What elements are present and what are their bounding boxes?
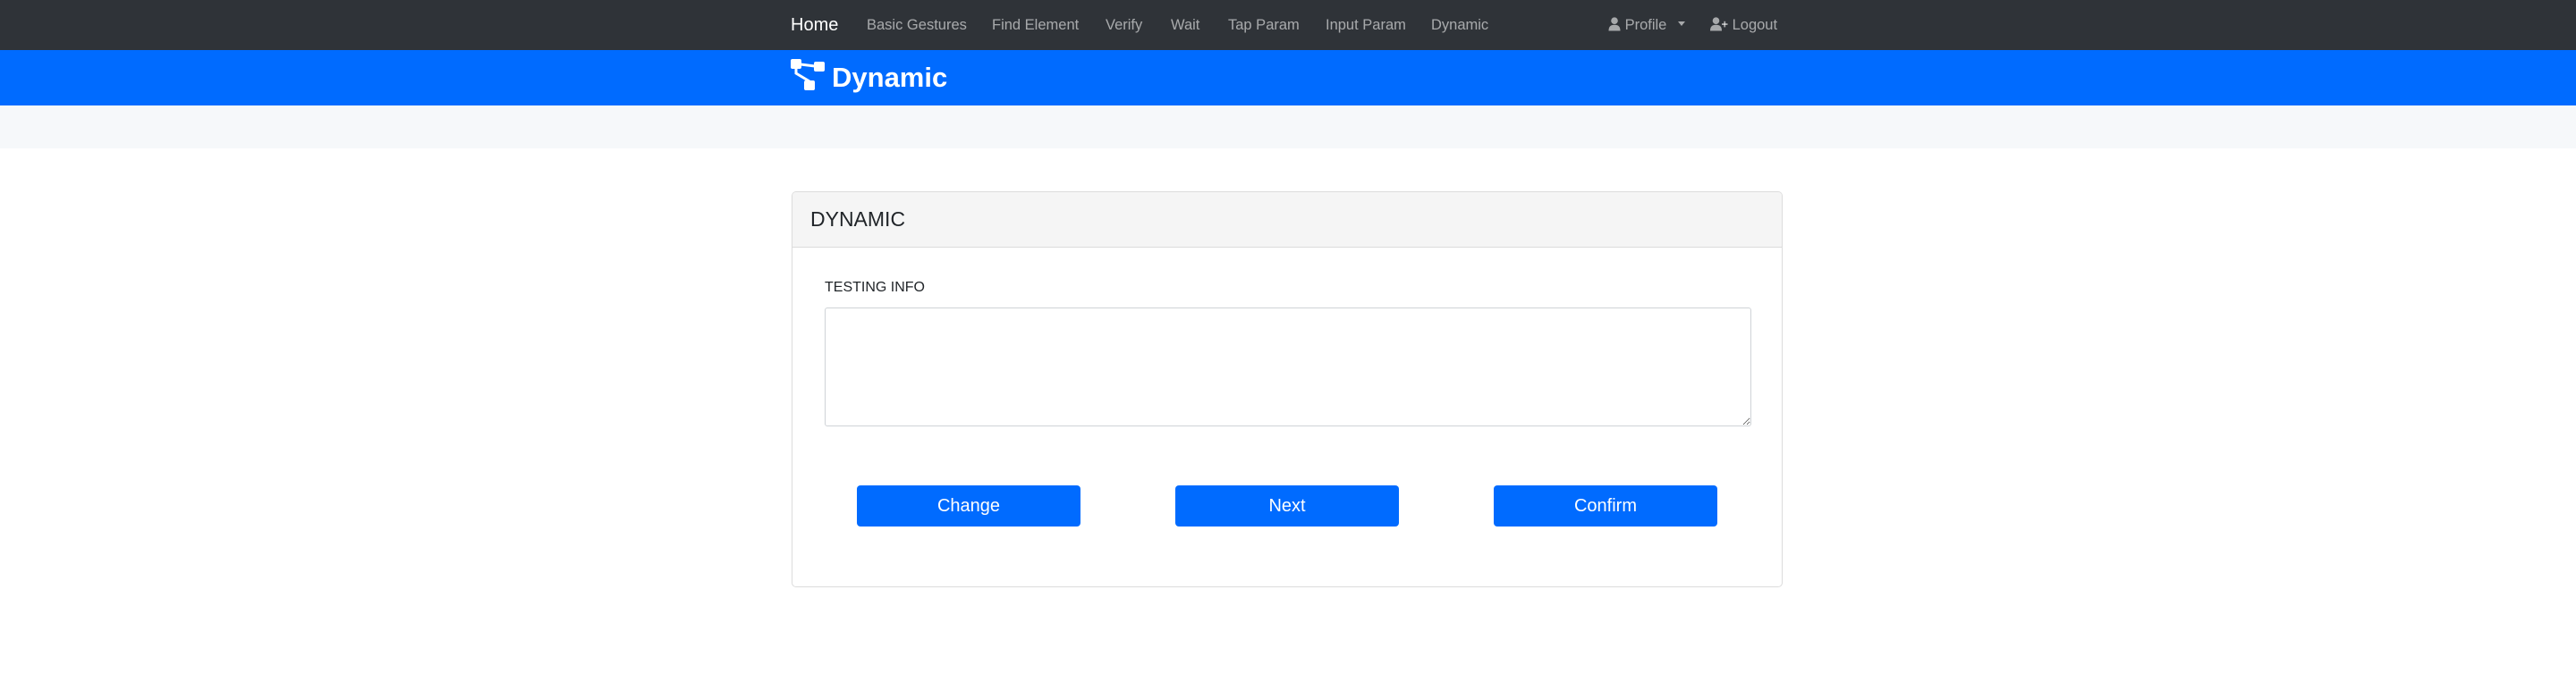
navbar-container: Home Basic Gestures Find Element Verify … [791,0,1784,50]
logout-label: Logout [1732,17,1778,33]
nav-link-input-param[interactable]: Input Param [1326,0,1406,50]
card-title: DYNAMIC [810,207,906,231]
logout-link[interactable]: Logout [1710,0,1777,50]
nav-home-link[interactable]: Home [791,0,838,50]
caret-down-icon [1677,21,1685,27]
user-icon [1608,17,1621,31]
next-button[interactable]: Next [1175,485,1399,527]
nav-link-wait[interactable]: Wait [1171,0,1199,50]
top-navbar: Home Basic Gestures Find Element Verify … [0,0,2576,50]
testing-info-label: TESTING INFO [825,280,925,295]
nav-link-verify[interactable]: Verify [1106,0,1142,50]
sitemap-icon [791,59,825,90]
nav-link-basic-gestures[interactable]: Basic Gestures [867,0,967,50]
profile-label: Profile [1624,17,1667,33]
confirm-button[interactable]: Confirm [1494,485,1717,527]
change-button[interactable]: Change [857,485,1080,527]
banner-title: Dynamic [832,62,948,93]
nav-link-dynamic[interactable]: Dynamic [1431,0,1488,50]
sub-header-strip [0,105,2576,148]
profile-dropdown[interactable]: Profile [1608,0,1685,50]
page-banner: Dynamic [0,50,2576,105]
card-header: DYNAMIC [792,192,1782,248]
nav-link-find-element[interactable]: Find Element [992,0,1079,50]
nav-link-tap-param[interactable]: Tap Param [1228,0,1300,50]
dynamic-card: DYNAMIC TESTING INFO Change Next Confirm [792,191,1783,587]
user-plus-icon [1710,17,1728,31]
testing-info-textarea[interactable] [825,308,1751,426]
